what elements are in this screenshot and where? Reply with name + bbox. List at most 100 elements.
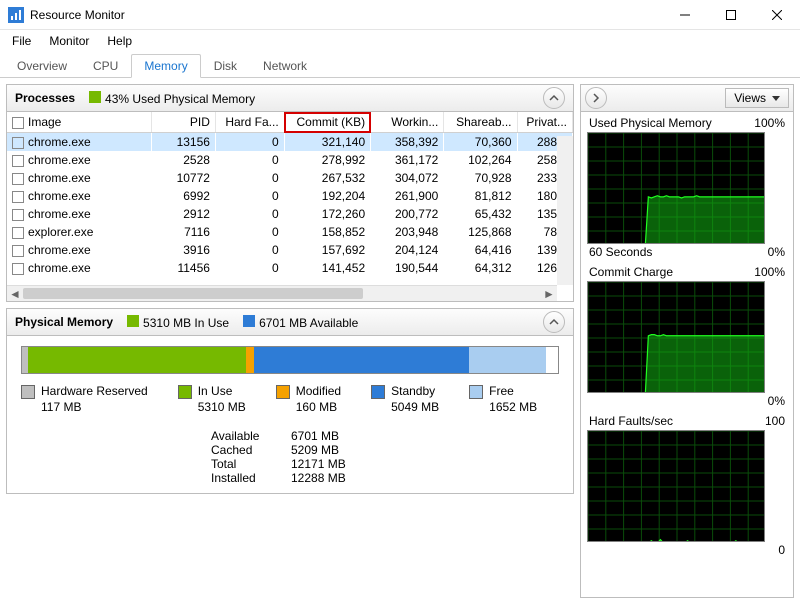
swatch-icon — [469, 385, 483, 399]
legend-item: In Use5310 MB — [178, 384, 246, 415]
scroll-left-icon[interactable]: ◄ — [7, 286, 23, 302]
vertical-scrollbar[interactable] — [557, 136, 573, 285]
app-icon — [8, 7, 24, 23]
graph-canvas — [587, 132, 765, 244]
menu-help[interactable]: Help — [99, 32, 140, 50]
swatch-icon — [276, 385, 290, 399]
tab-memory[interactable]: Memory — [131, 54, 200, 78]
memory-legend: Hardware Reserved117 MB In Use5310 MB Modi… — [21, 384, 559, 415]
col-shareable[interactable]: Shareab... — [444, 112, 517, 133]
scroll-right-icon[interactable]: ► — [541, 286, 557, 302]
graph-block: Used Physical Memory 100% 60 Seconds 0% — [587, 116, 787, 259]
memory-indicator-icon — [89, 91, 101, 103]
graph-block: Commit Charge100% 0% — [587, 265, 787, 408]
processes-title: Processes — [15, 91, 75, 105]
graph-title: Hard Faults/sec — [589, 414, 673, 428]
graph-title: Commit Charge — [589, 265, 673, 279]
graph-left-label: 60 Seconds — [589, 245, 652, 259]
col-private[interactable]: Privat... — [517, 112, 573, 133]
select-all-checkbox[interactable] — [12, 117, 24, 129]
dropdown-icon — [772, 94, 780, 102]
row-checkbox[interactable] — [12, 245, 24, 257]
menu-bar: File Monitor Help — [0, 30, 800, 52]
row-checkbox[interactable] — [12, 173, 24, 185]
collapse-button[interactable] — [543, 311, 565, 333]
stat-row: Cached5209 MB — [211, 443, 559, 457]
table-row[interactable]: chrome.exe 29120172,260 200,77265,432135… — [7, 205, 573, 223]
tab-overview[interactable]: Overview — [4, 54, 80, 78]
tab-cpu[interactable]: CPU — [80, 54, 131, 78]
table-row[interactable]: chrome.exe 107720267,532 304,07270,92823… — [7, 169, 573, 187]
physical-available: 6701 MB Available — [259, 316, 358, 330]
processes-panel: Processes 43% Used Physical Memory Image… — [6, 84, 574, 302]
legend-item: Free1652 MB — [469, 384, 537, 415]
col-commit[interactable]: Commit (KB) — [284, 112, 370, 133]
physical-memory-panel: Physical Memory 5310 MB In Use 6701 MB A… — [6, 308, 574, 494]
physical-memory-title: Physical Memory — [15, 315, 113, 329]
swatch-icon — [371, 385, 385, 399]
swatch-icon — [21, 385, 35, 399]
row-checkbox[interactable] — [12, 191, 24, 203]
row-checkbox[interactable] — [12, 209, 24, 221]
physical-memory-header[interactable]: Physical Memory 5310 MB In Use 6701 MB A… — [6, 308, 574, 336]
hide-graphs-button[interactable] — [585, 87, 607, 109]
inuse-indicator-icon — [127, 315, 139, 327]
title-bar: Resource Monitor — [0, 0, 800, 30]
maximize-button[interactable] — [708, 0, 754, 30]
tab-strip: Overview CPU Memory Disk Network — [0, 52, 800, 78]
col-working[interactable]: Workin... — [371, 112, 444, 133]
physical-inuse: 5310 MB In Use — [143, 316, 229, 330]
chevron-right-icon — [591, 93, 601, 103]
col-hardfaults[interactable]: Hard Fa... — [215, 112, 284, 133]
table-row[interactable]: chrome.exe 131560321,140 358,39270,36028… — [7, 133, 573, 152]
processes-table: Image PID Hard Fa... Commit (KB) Workin.… — [7, 112, 573, 277]
stat-row: Available6701 MB — [211, 429, 559, 443]
chevron-up-icon — [549, 317, 559, 327]
processes-header[interactable]: Processes 43% Used Physical Memory — [6, 84, 574, 112]
stat-row: Total12171 MB — [211, 457, 559, 471]
memory-segment — [246, 347, 254, 373]
graph-max: 100% — [754, 116, 785, 130]
graph-title: Used Physical Memory — [589, 116, 712, 130]
memory-stats: Available6701 MBCached5209 MBTotal12171 … — [211, 429, 559, 485]
swatch-icon — [178, 385, 192, 399]
legend-item: Hardware Reserved117 MB — [21, 384, 148, 415]
legend-item: Standby5049 MB — [371, 384, 439, 415]
graph-max: 100 — [765, 414, 785, 428]
minimize-button[interactable] — [662, 0, 708, 30]
menu-monitor[interactable]: Monitor — [41, 32, 97, 50]
col-pid[interactable]: PID — [151, 112, 215, 133]
scroll-thumb[interactable] — [23, 288, 363, 299]
tab-network[interactable]: Network — [250, 54, 320, 78]
available-indicator-icon — [243, 315, 255, 327]
memory-segment — [469, 347, 546, 373]
table-row[interactable]: chrome.exe 39160157,692 204,12464,416139… — [7, 241, 573, 259]
table-row[interactable]: explorer.exe 71160158,852 203,948125,868… — [7, 223, 573, 241]
close-button[interactable] — [754, 0, 800, 30]
row-checkbox[interactable] — [12, 137, 24, 149]
table-row[interactable]: chrome.exe 114560141,452 190,54464,31212… — [7, 259, 573, 277]
graph-right-label: 0% — [768, 245, 785, 259]
legend-item: Modified160 MB — [276, 384, 341, 415]
graph-right-label: 0% — [768, 394, 785, 408]
window-title: Resource Monitor — [30, 8, 662, 22]
row-checkbox[interactable] — [12, 227, 24, 239]
table-row[interactable]: chrome.exe 25280278,992 361,172102,26425… — [7, 151, 573, 169]
processes-summary: 43% Used Physical Memory — [105, 92, 255, 106]
graph-canvas — [587, 430, 765, 542]
tab-disk[interactable]: Disk — [201, 54, 250, 78]
graph-canvas — [587, 281, 765, 393]
chevron-up-icon — [549, 93, 559, 103]
graph-right-label: 0 — [778, 543, 785, 557]
memory-bar — [21, 346, 559, 374]
collapse-button[interactable] — [543, 87, 565, 109]
horizontal-scrollbar[interactable]: ◄ ► — [7, 285, 557, 301]
menu-file[interactable]: File — [4, 32, 39, 50]
views-button[interactable]: Views — [725, 88, 789, 108]
col-image[interactable]: Image — [7, 112, 151, 133]
row-checkbox[interactable] — [12, 263, 24, 275]
row-checkbox[interactable] — [12, 155, 24, 167]
table-row[interactable]: chrome.exe 69920192,204 261,90081,812180… — [7, 187, 573, 205]
graphs-sidebar: Views Used Physical Memory 100% 60 Second… — [580, 78, 800, 603]
stat-row: Installed12288 MB — [211, 471, 559, 485]
